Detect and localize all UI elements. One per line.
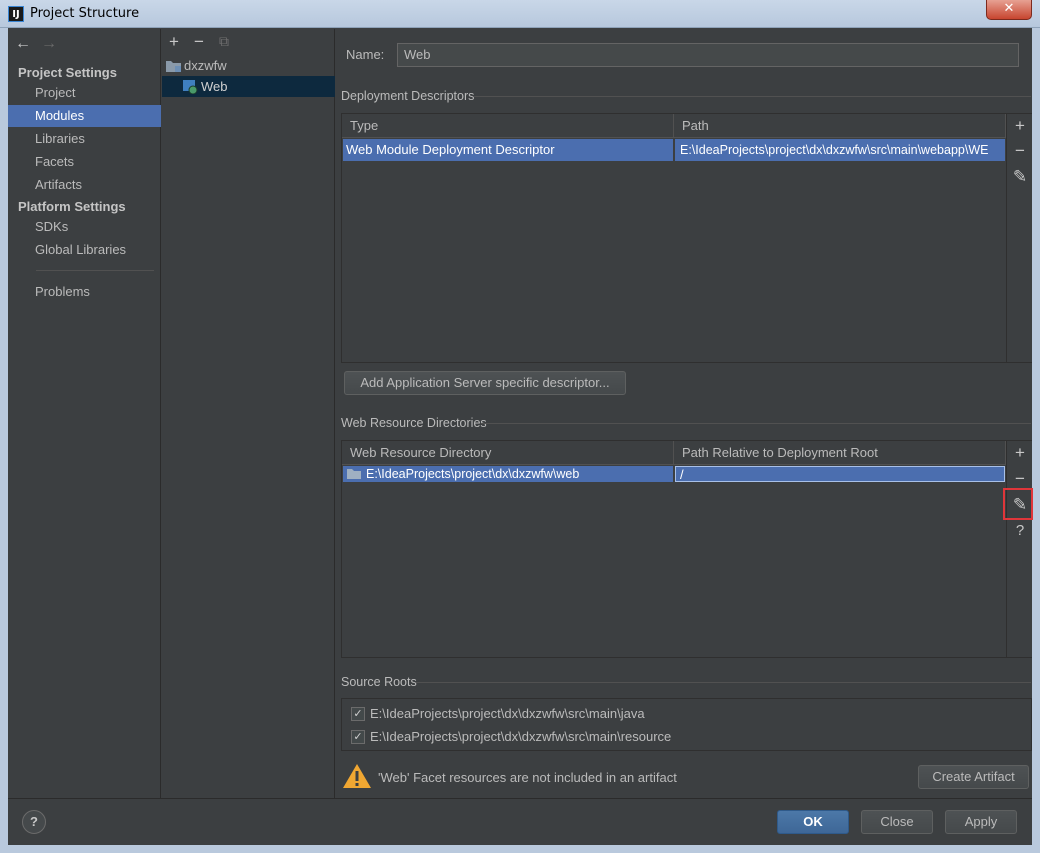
create-artifact-button[interactable]: Create Artifact: [918, 765, 1029, 789]
tree-node-dxzwfw[interactable]: dxzwfw: [162, 55, 335, 76]
web-module-icon: [183, 80, 198, 94]
platform-settings-heading: Platform Settings: [18, 199, 126, 214]
source-root-path: E:\IdeaProjects\project\dx\dxzwfw\src\ma…: [370, 729, 672, 744]
table-cell-type[interactable]: Web Module Deployment Descriptor: [343, 139, 673, 161]
window-frame-right: [1032, 28, 1040, 853]
sidebar-item-facets[interactable]: Facets: [8, 151, 161, 173]
folder-icon: [347, 469, 361, 479]
add-server-descriptor-button[interactable]: Add Application Server specific descript…: [344, 371, 626, 395]
window-close-button[interactable]: ✕: [986, 0, 1032, 20]
title-bar: [0, 0, 1040, 28]
add-resource-dir-icon[interactable]: +: [1007, 443, 1033, 463]
group-divider: [416, 682, 1031, 683]
tree-node-web[interactable]: Web: [162, 76, 335, 97]
intellij-app-icon: IJ: [8, 6, 24, 22]
name-field[interactable]: Web: [397, 43, 1019, 67]
footer-divider: [8, 798, 1032, 799]
sidebar-item-global-libraries[interactable]: Global Libraries: [8, 239, 161, 261]
group-divider: [481, 423, 1031, 424]
source-root-path: E:\IdeaProjects\project\dx\dxzwfw\src\ma…: [370, 706, 645, 721]
warning-icon: [343, 764, 371, 788]
forward-arrow-icon[interactable]: →: [41, 35, 57, 53]
window-frame-left: [0, 28, 8, 853]
column-header-path[interactable]: Path: [674, 114, 1006, 138]
table-cell-directory[interactable]: E:\IdeaProjects\project\dx\dxzwfw\web: [343, 466, 673, 482]
sidebar-item-artifacts[interactable]: Artifacts: [8, 174, 161, 196]
table-cell-path[interactable]: E:\IdeaProjects\project\dx\dxzwfw\src\ma…: [675, 139, 1005, 161]
copy-module-icon[interactable]: ⧉: [219, 33, 229, 50]
column-header-web-resource-directory[interactable]: Web Resource Directory: [342, 441, 674, 465]
source-root-checkbox[interactable]: ✓: [351, 730, 365, 744]
deployment-descriptors-title: Deployment Descriptors: [341, 89, 475, 103]
descriptor-toolbar: + − ✎: [1006, 114, 1032, 362]
sidebar-item-modules[interactable]: Modules: [8, 105, 161, 127]
ok-button[interactable]: OK: [777, 810, 849, 834]
remove-resource-dir-icon[interactable]: −: [1007, 469, 1033, 489]
source-roots-list: ✓ E:\IdeaProjects\project\dx\dxzwfw\src\…: [341, 698, 1032, 751]
web-resource-directories-table[interactable]: Web Resource Directory Path Relative to …: [341, 440, 1032, 658]
add-descriptor-icon[interactable]: +: [1007, 116, 1033, 136]
apply-button[interactable]: Apply: [945, 810, 1017, 834]
help-icon[interactable]: ?: [1007, 522, 1033, 539]
deployment-descriptors-table[interactable]: Type Path Web Module Deployment Descript…: [341, 113, 1032, 363]
column-header-path-relative[interactable]: Path Relative to Deployment Root: [674, 441, 1006, 465]
project-settings-heading: Project Settings: [18, 65, 117, 80]
table-cell-relative-path[interactable]: /: [675, 466, 1005, 482]
add-module-icon[interactable]: +: [169, 32, 179, 52]
help-button[interactable]: ?: [22, 810, 46, 834]
sidebar-divider: [36, 270, 154, 271]
source-root-checkbox[interactable]: ✓: [351, 707, 365, 721]
highlight-box: [1003, 488, 1033, 520]
column-header-type[interactable]: Type: [342, 114, 674, 138]
warning-message: 'Web' Facet resources are not included i…: [378, 770, 677, 785]
sidebar-item-project[interactable]: Project: [8, 82, 161, 104]
group-divider: [474, 96, 1031, 97]
sidebar-item-sdks[interactable]: SDKs: [8, 216, 161, 238]
close-button[interactable]: Close: [861, 810, 933, 834]
edit-descriptor-icon[interactable]: ✎: [1007, 167, 1033, 187]
window-title: Project Structure: [30, 6, 140, 21]
web-resource-directories-title: Web Resource Directories: [341, 416, 487, 430]
name-label: Name:: [346, 47, 385, 62]
source-roots-title: Source Roots: [341, 675, 417, 689]
window-frame-bottom: [0, 845, 1040, 853]
remove-descriptor-icon[interactable]: −: [1007, 141, 1033, 161]
resource-dir-toolbar: + − ✎ ?: [1006, 441, 1032, 657]
module-tree-panel: + − ⧉ dxzwfw Web: [162, 29, 335, 798]
tree-node-label: dxzwfw: [184, 58, 227, 73]
back-arrow-icon[interactable]: ←: [15, 35, 31, 53]
sidebar-item-libraries[interactable]: Libraries: [8, 128, 161, 150]
settings-sidebar: ← → Project Settings Project Modules Lib…: [8, 29, 161, 798]
folder-icon: [166, 61, 181, 72]
directory-path: E:\IdeaProjects\project\dx\dxzwfw\web: [366, 467, 580, 481]
sidebar-item-problems[interactable]: Problems: [8, 281, 161, 303]
tree-node-label: Web: [201, 79, 228, 94]
remove-module-icon[interactable]: −: [194, 32, 204, 52]
